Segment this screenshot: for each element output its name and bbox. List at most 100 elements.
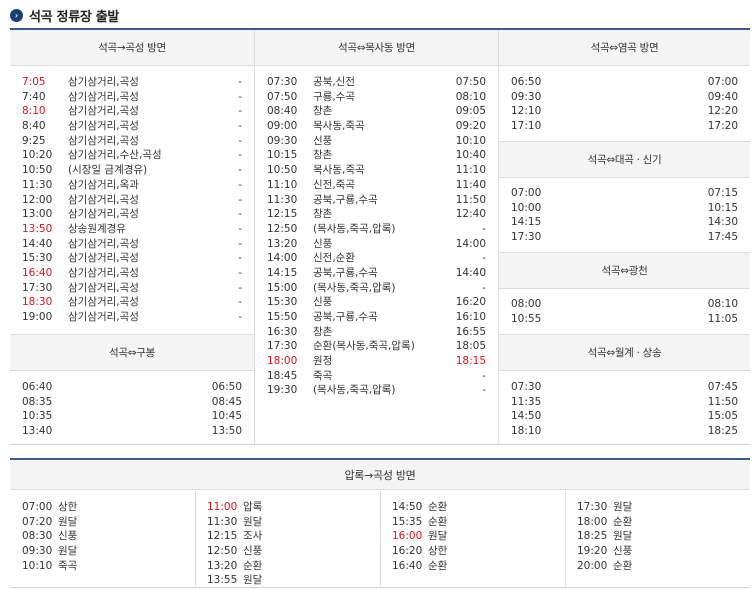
schedule-row: 18:10 18:25 — [511, 424, 738, 439]
departure-time: 13:40 — [22, 425, 53, 438]
schedule-row: 12:50 (목사동,죽곡,압록) - — [267, 222, 486, 237]
route-stops: 공북,구룡,수곡 — [313, 311, 378, 323]
schedule-row: 09:30 09:40 — [511, 90, 738, 105]
schedule-row: 07:30 공북,신전 07:50 — [267, 75, 486, 90]
list-daegok: 07:00 07:15 10:00 10:15 14:15 14:30 17:30 17:45 — [511, 186, 738, 245]
schedule-row: 13:40 13:50 — [22, 424, 242, 439]
aprok-col-4: 17:30 원달 18:00 순환 18:25 원달 19:20 신풍 20:00 순환 — [577, 500, 737, 573]
list-gwangcheon: 08:00 08:10 10:55 11:05 — [511, 297, 738, 326]
route-stops: 원달 — [613, 530, 633, 543]
departure-time: 15:50 — [267, 311, 298, 323]
route-stops: 원달 — [428, 530, 448, 543]
schedule-row: 13:00 삼기삼거리,곡성 - — [22, 207, 242, 222]
schedule-row: 09:30 원달 — [22, 544, 182, 559]
departure-time: 10:50 — [22, 164, 53, 177]
schedule-row: 19:00 삼기삼거리,곡성 - — [22, 310, 242, 325]
schedule-row: 08:00 08:10 — [511, 297, 738, 312]
departure-time: 19:30 — [267, 384, 298, 397]
departure-time: 15:30 — [267, 296, 298, 309]
return-time: 09:40 — [707, 90, 738, 103]
return-time: 14:30 — [707, 216, 738, 229]
return-time: 14:40 — [455, 266, 486, 279]
route-stops: 순환 — [428, 559, 448, 572]
return-time: 17:20 — [707, 120, 738, 133]
route-stops: 삼기삼거리,곡성 — [68, 237, 139, 250]
upper-timetable-panel: 석곡→곡성 방면 7:05 삼기삼거리,곡성 - 7:40 삼기삼거리,곡성 - 8:10 삼… — [10, 28, 750, 445]
schedule-row: 18:00 순환 — [577, 515, 737, 530]
departure-time: 07:30 — [511, 381, 542, 393]
return-time: - — [482, 222, 486, 235]
departure-time: 12:00 — [22, 193, 53, 206]
chevron-right-icon: › — [10, 8, 23, 22]
schedule-row: 11:30 삼기삼거리,옥과 - — [22, 178, 242, 193]
return-time: 18:15 — [455, 355, 486, 368]
return-time: - — [238, 105, 242, 118]
departure-time: 06:50 — [511, 76, 542, 88]
departure-time: 18:25 — [577, 530, 608, 543]
route-stops: 신풍 — [313, 134, 333, 147]
section-header-wolgye: 석곡⇔월계 · 상송 — [499, 335, 750, 371]
route-stops: (목사동,죽곡,압록) — [313, 281, 396, 294]
departure-time: 11:30 — [267, 193, 298, 206]
route-stops: 신풍 — [613, 545, 633, 558]
departure-time: 13:55 — [207, 574, 238, 587]
route-stops: 삼기삼거리,곡성 — [68, 266, 139, 279]
column-right: 석곡⇔염곡 방면 06:50 07:00 09:30 09:40 12:10 12:20 1… — [499, 30, 750, 444]
aprok-col-3: 14:50 순환 15:35 순환 16:00 원달 16:20 상한 16:40 순환 — [392, 500, 552, 573]
return-time: 12:20 — [707, 105, 738, 118]
return-time: - — [238, 208, 242, 221]
route-stops: 원달 — [613, 501, 633, 513]
return-time: 11:50 — [455, 193, 486, 206]
departure-time: 17:30 — [22, 281, 53, 294]
departure-time: 07:00 — [22, 501, 53, 513]
schedule-row: 20:00 순환 — [577, 559, 737, 574]
departure-time: 08:35 — [22, 395, 53, 408]
departure-time: 14:40 — [22, 237, 53, 250]
route-stops: 창촌 — [313, 325, 333, 338]
route-stops: 상한 — [58, 501, 78, 513]
departure-time: 17:30 — [511, 231, 542, 244]
return-time: 10:45 — [211, 410, 242, 423]
departure-time: 11:30 — [207, 515, 238, 528]
departure-time: 10:20 — [22, 149, 53, 162]
route-stops: 삼기삼거리,곡성 — [68, 193, 139, 206]
return-time: - — [482, 252, 486, 265]
departure-time: 08:40 — [267, 105, 298, 118]
departure-time: 15:30 — [22, 252, 53, 265]
route-stops: 신전,죽곡 — [313, 178, 355, 191]
return-time: - — [238, 164, 242, 177]
schedule-row: 8:40 삼기삼거리,곡성 - — [22, 119, 242, 134]
departure-time: 14:00 — [267, 252, 298, 265]
route-stops: 삼기삼거리,곡성 — [68, 76, 139, 88]
return-time: 07:50 — [455, 76, 486, 88]
departure-time: 13:20 — [267, 237, 298, 250]
departure-time: 18:00 — [577, 515, 608, 528]
route-stops: (시장일 금계경유) — [68, 164, 148, 177]
departure-time: 17:10 — [511, 120, 542, 133]
route-stops: 순환 — [243, 559, 263, 572]
route-stops: 신풍 — [243, 545, 263, 558]
list-gubong: 06:40 06:50 08:35 08:45 10:35 10:45 13:40 13:50 — [22, 380, 242, 439]
return-time: 12:40 — [455, 208, 486, 221]
route-stops: 삼기삼거리,옥과 — [68, 178, 139, 191]
departure-time: 18:45 — [267, 369, 298, 382]
schedule-row: 11:00 압록 — [207, 500, 367, 515]
return-time: 06:50 — [211, 381, 242, 393]
schedule-row: 16:20 상한 — [392, 544, 552, 559]
departure-time: 17:30 — [577, 501, 608, 513]
route-stops: 삼기삼거리,곡성 — [68, 281, 139, 294]
section-header-gubong: 석곡⇔구봉 — [10, 335, 254, 371]
return-time: - — [238, 281, 242, 294]
schedule-row: 08:35 08:45 — [22, 395, 242, 410]
schedule-row: 09:00 목사동,죽곡 09:20 — [267, 119, 486, 134]
aprok-col-1: 07:00 상한 07:20 원달 08:30 신풍 09:30 원달 10:10 죽곡 — [22, 500, 182, 573]
departure-time: 13:50 — [22, 222, 53, 235]
departure-time: 16:40 — [22, 266, 53, 279]
schedule-row: 12:10 12:20 — [511, 104, 738, 119]
route-stops: 조사 — [243, 530, 263, 543]
route-stops: 순환 — [428, 501, 448, 513]
departure-time: 09:30 — [511, 90, 542, 103]
departure-time: 14:50 — [392, 501, 423, 513]
schedule-row: 14:00 신전,순환 - — [267, 251, 486, 266]
return-time: 16:10 — [455, 311, 486, 323]
